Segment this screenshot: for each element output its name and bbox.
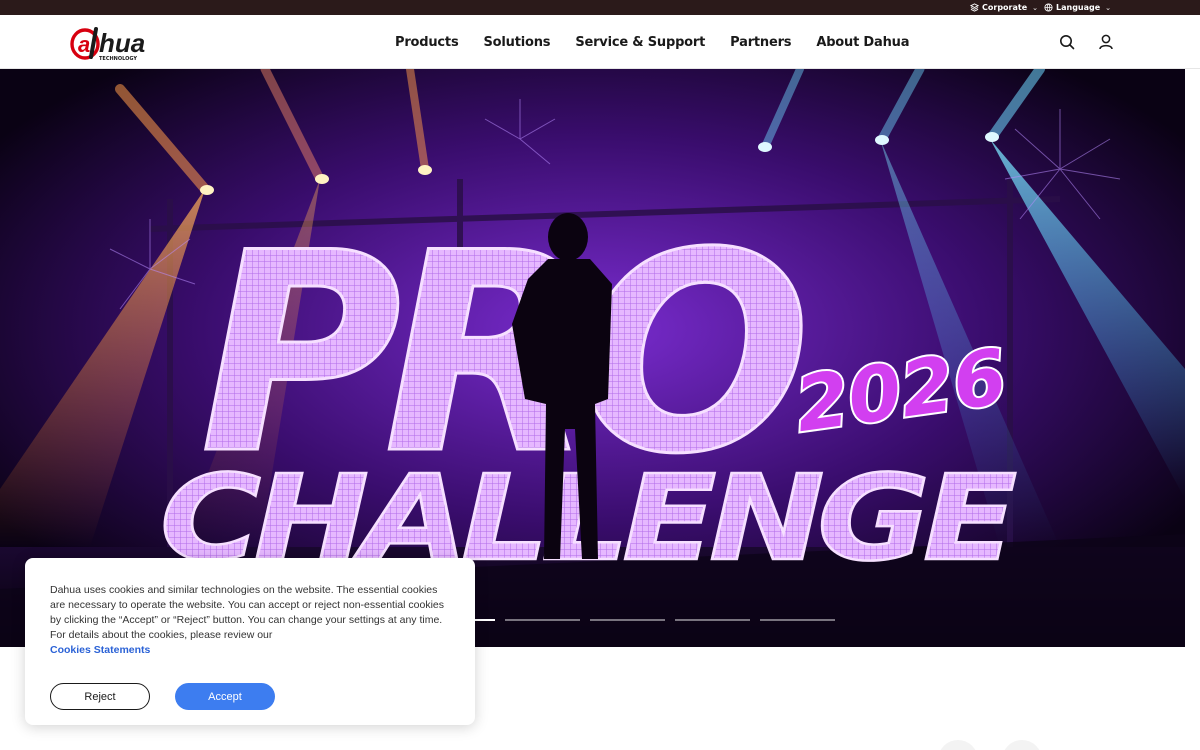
nav-item-products[interactable]: Products bbox=[395, 35, 459, 50]
reject-cookies-button[interactable]: Reject bbox=[50, 683, 150, 710]
chevron-down-icon: ⌄ bbox=[1105, 3, 1112, 12]
page-scrollbar[interactable] bbox=[1185, 69, 1200, 750]
slider-pagination bbox=[420, 619, 835, 621]
carousel-control-shape bbox=[938, 740, 978, 750]
cookie-body-text: Dahua uses cookies and similar technolog… bbox=[50, 584, 444, 641]
site-header: a hua TECHNOLOGY Products Solutions Serv… bbox=[0, 15, 1200, 69]
logo-mark: a hua TECHNOLOGY bbox=[70, 27, 145, 62]
utility-bar: Corporate ⌄ Language ⌄ bbox=[0, 0, 1200, 15]
cookie-consent-panel: Dahua uses cookies and similar technolog… bbox=[25, 558, 475, 725]
slide-dot[interactable] bbox=[675, 619, 750, 621]
svg-text:hua: hua bbox=[99, 28, 145, 58]
main-nav: Products Solutions Service & Support Par… bbox=[395, 15, 934, 69]
language-selector[interactable]: Language ⌄ bbox=[1044, 0, 1111, 15]
corporate-label: Corporate bbox=[982, 3, 1028, 12]
carousel-control-shape bbox=[1002, 740, 1042, 750]
account-button[interactable] bbox=[1097, 33, 1115, 51]
layers-icon bbox=[970, 3, 979, 12]
chevron-down-icon: ⌄ bbox=[1032, 3, 1039, 12]
nav-item-service-support[interactable]: Service & Support bbox=[575, 35, 705, 50]
nav-item-partners[interactable]: Partners bbox=[730, 35, 791, 50]
globe-icon bbox=[1044, 3, 1053, 12]
search-button[interactable] bbox=[1058, 33, 1076, 51]
accept-cookies-button[interactable]: Accept bbox=[175, 683, 275, 710]
cookie-message: Dahua uses cookies and similar technolog… bbox=[50, 583, 450, 658]
corporate-selector[interactable]: Corporate ⌄ bbox=[970, 0, 1038, 15]
svg-text:a: a bbox=[78, 32, 90, 57]
user-icon bbox=[1099, 34, 1113, 50]
cookies-statement-link[interactable]: Cookies Statements bbox=[50, 643, 450, 658]
search-icon bbox=[1060, 35, 1075, 50]
slide-dot[interactable] bbox=[760, 619, 835, 621]
slide-dot[interactable] bbox=[505, 619, 580, 621]
svg-text:TECHNOLOGY: TECHNOLOGY bbox=[99, 56, 137, 62]
slide-dot[interactable] bbox=[590, 619, 665, 621]
nav-item-solutions[interactable]: Solutions bbox=[484, 35, 551, 50]
language-label: Language bbox=[1056, 3, 1101, 12]
nav-item-about-dahua[interactable]: About Dahua bbox=[816, 35, 909, 50]
dahua-logo[interactable]: a hua TECHNOLOGY bbox=[70, 23, 180, 63]
